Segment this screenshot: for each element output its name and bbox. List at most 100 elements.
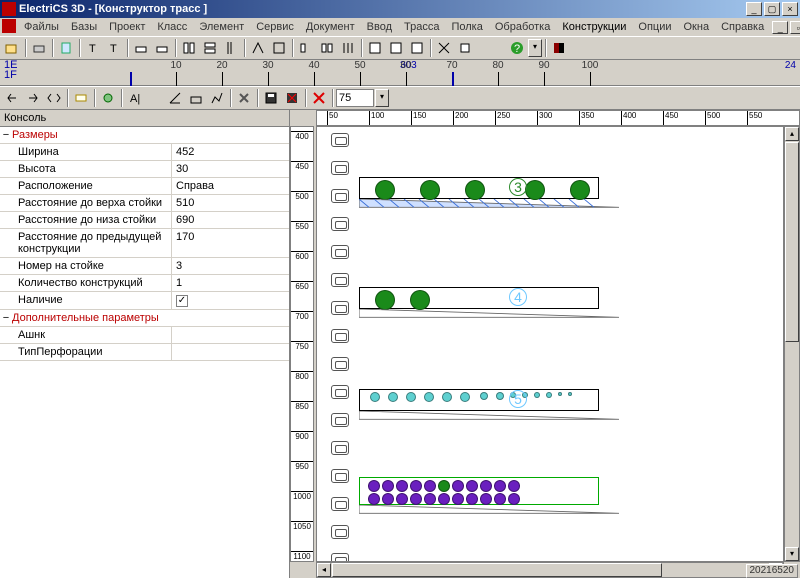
prop-row[interactable]: Ширина452 bbox=[0, 144, 289, 161]
prop-row[interactable]: ТипПерфорации bbox=[0, 344, 289, 361]
property-grid[interactable]: − Размеры Ширина452Высота30РасположениеС… bbox=[0, 127, 289, 578]
cable-ball bbox=[410, 480, 422, 492]
maximize-button[interactable]: ▢ bbox=[764, 2, 780, 16]
prop-row[interactable]: Номер на стойке3 bbox=[0, 258, 289, 275]
align-both-icon[interactable] bbox=[44, 88, 64, 108]
gear-icon[interactable] bbox=[98, 88, 118, 108]
prop-value[interactable] bbox=[172, 344, 289, 360]
prop-value[interactable]: 1 bbox=[172, 275, 289, 291]
prop-value[interactable]: 510 bbox=[172, 195, 289, 211]
menu-element[interactable]: Элемент bbox=[193, 20, 250, 34]
scroll-up-button[interactable]: ▴ bbox=[785, 127, 799, 141]
tool-i-icon[interactable] bbox=[317, 38, 337, 58]
menu-help[interactable]: Справка bbox=[715, 20, 770, 34]
prop-value[interactable]: 170 bbox=[172, 229, 289, 257]
tool-open-icon[interactable] bbox=[2, 38, 22, 58]
menu-options[interactable]: Опции bbox=[632, 20, 677, 34]
checkbox-icon[interactable]: ✓ bbox=[176, 295, 188, 307]
mdi-minimize-button[interactable]: _ bbox=[772, 21, 788, 34]
prop-row[interactable]: Ашнк bbox=[0, 327, 289, 344]
cable-ball bbox=[525, 180, 545, 200]
menu-processing[interactable]: Обработка bbox=[489, 20, 556, 34]
minimize-button[interactable]: _ bbox=[746, 2, 762, 16]
tool-n-icon[interactable] bbox=[434, 38, 454, 58]
tool-print-icon[interactable] bbox=[29, 38, 49, 58]
save-icon[interactable] bbox=[261, 88, 281, 108]
section2-toggle[interactable]: − bbox=[0, 312, 12, 324]
prop-row[interactable]: Расстояние до низа стойки690 bbox=[0, 212, 289, 229]
spin-input[interactable] bbox=[336, 89, 374, 107]
scroll-left-button[interactable]: ◂ bbox=[317, 563, 331, 577]
tool-l-icon[interactable] bbox=[386, 38, 406, 58]
menu-route[interactable]: Трасса bbox=[398, 20, 445, 34]
save-x-icon[interactable] bbox=[282, 88, 302, 108]
text-a-icon[interactable]: A| bbox=[125, 88, 145, 108]
prop-value[interactable]: 690 bbox=[172, 212, 289, 228]
prop-row[interactable]: Расстояние до предыдущей конструкции170 bbox=[0, 229, 289, 258]
tool-b-icon[interactable] bbox=[152, 38, 172, 58]
tool-a-icon[interactable] bbox=[131, 38, 151, 58]
prop-row[interactable]: Высота30 bbox=[0, 161, 289, 178]
prop-row[interactable]: Наличие✓ bbox=[0, 292, 289, 310]
menu-files[interactable]: Файлы bbox=[18, 20, 65, 34]
menu-shelf[interactable]: Полка bbox=[445, 20, 488, 34]
prop-row[interactable]: Количество конструкций1 bbox=[0, 275, 289, 292]
delete-icon[interactable] bbox=[234, 88, 254, 108]
vscroll-thumb[interactable] bbox=[785, 142, 799, 342]
tool-g-icon[interactable] bbox=[269, 38, 289, 58]
tool-j-icon[interactable] bbox=[338, 38, 358, 58]
section1-toggle[interactable]: − bbox=[0, 129, 12, 141]
rename-icon[interactable] bbox=[71, 88, 91, 108]
menu-service[interactable]: Сервис bbox=[250, 20, 300, 34]
prop-value[interactable]: ✓ bbox=[172, 292, 289, 309]
prop-value[interactable] bbox=[172, 327, 289, 343]
exit-icon[interactable] bbox=[549, 38, 569, 58]
menu-windows[interactable]: Окна bbox=[678, 20, 716, 34]
cancel-x-icon[interactable] bbox=[309, 88, 329, 108]
tool-d-icon[interactable] bbox=[200, 38, 220, 58]
tool-o-icon[interactable] bbox=[455, 38, 475, 58]
help-dropdown[interactable]: ▾ bbox=[528, 39, 542, 57]
document-icon[interactable] bbox=[2, 19, 16, 33]
cable-ball bbox=[438, 493, 450, 505]
tool-text1-icon[interactable]: T bbox=[83, 38, 103, 58]
angle-icon[interactable] bbox=[165, 88, 185, 108]
tool-h-icon[interactable] bbox=[296, 38, 316, 58]
scroll-down-button[interactable]: ▾ bbox=[785, 547, 799, 561]
tool-k-icon[interactable] bbox=[365, 38, 385, 58]
cable-ball bbox=[396, 480, 408, 492]
tool-e-icon[interactable] bbox=[221, 38, 241, 58]
menu-constructions[interactable]: Конструкции bbox=[556, 20, 632, 34]
tool-f-icon[interactable] bbox=[248, 38, 268, 58]
menu-bases[interactable]: Базы bbox=[65, 20, 103, 34]
box-icon[interactable] bbox=[186, 88, 206, 108]
hscroll-thumb[interactable] bbox=[332, 563, 662, 577]
prop-row[interactable]: РасположениеСправа bbox=[0, 178, 289, 195]
drawing-canvas[interactable]: 345 bbox=[316, 126, 784, 562]
prop-label: Расположение bbox=[0, 178, 172, 194]
mdi-restore-button[interactable]: ▫ bbox=[790, 21, 800, 34]
vertical-scrollbar[interactable]: ▴ ▾ bbox=[784, 126, 800, 562]
path-icon[interactable] bbox=[207, 88, 227, 108]
tool-text2-icon[interactable]: T bbox=[104, 38, 124, 58]
shelf-number-label: 5 bbox=[509, 390, 527, 408]
spin-dropdown[interactable]: ▾ bbox=[375, 89, 389, 107]
menu-project[interactable]: Проект bbox=[103, 20, 151, 34]
prop-row[interactable]: Расстояние до верха стойки510 bbox=[0, 195, 289, 212]
prop-value[interactable]: 452 bbox=[172, 144, 289, 160]
help-icon[interactable]: ? bbox=[507, 38, 527, 58]
prop-value[interactable]: Справа bbox=[172, 178, 289, 194]
tool-export-icon[interactable] bbox=[56, 38, 76, 58]
prop-value[interactable]: 3 bbox=[172, 258, 289, 274]
menu-input[interactable]: Ввод bbox=[361, 20, 398, 34]
prop-value[interactable]: 30 bbox=[172, 161, 289, 177]
horizontal-scrollbar[interactable]: ◂ ▸ bbox=[316, 562, 784, 578]
tool-m-icon[interactable] bbox=[407, 38, 427, 58]
menu-class[interactable]: Класс bbox=[151, 20, 193, 34]
align-left-icon[interactable] bbox=[2, 88, 22, 108]
cable-ball bbox=[382, 480, 394, 492]
tool-c-icon[interactable] bbox=[179, 38, 199, 58]
align-right-icon[interactable] bbox=[23, 88, 43, 108]
close-button[interactable]: × bbox=[782, 2, 798, 16]
menu-document[interactable]: Документ bbox=[300, 20, 361, 34]
